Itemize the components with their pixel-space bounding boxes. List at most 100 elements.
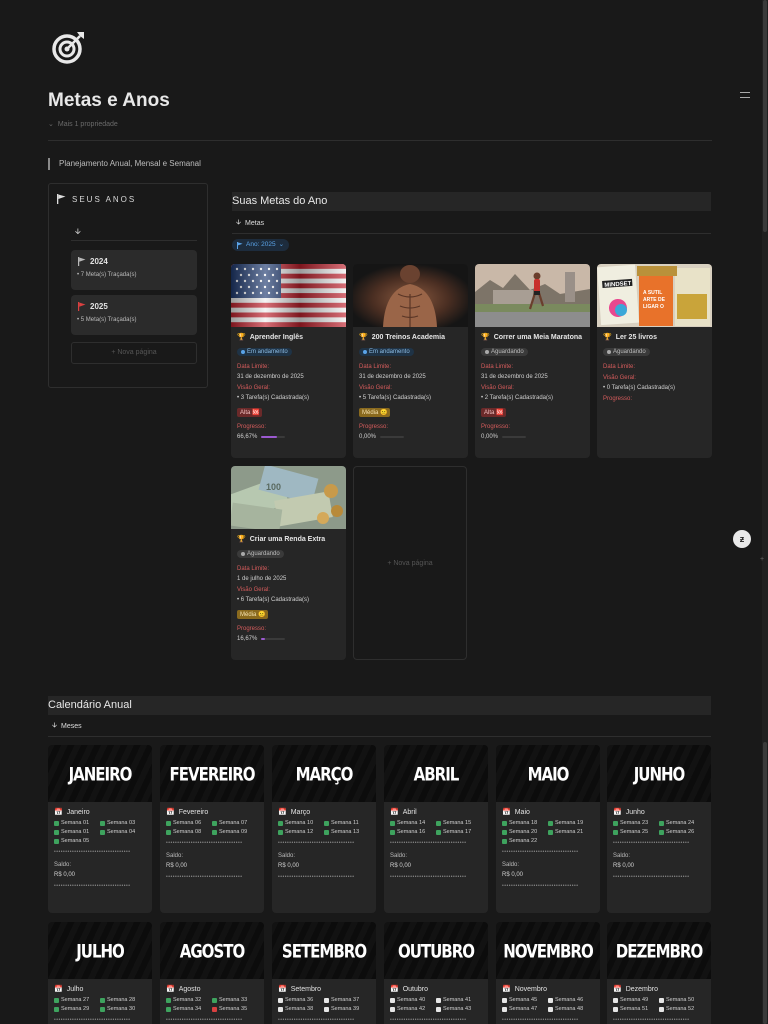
filter-year-chip[interactable]: Ano: 2025 ⌄ [232,239,290,251]
week-item[interactable]: Semana 50 [659,997,699,1003]
month-card[interactable]: MARÇO 📅 Março Semana 10 Semana 11 Semana 12 Se… [272,745,376,913]
week-item[interactable]: Semana 52 [659,1006,699,1012]
checkbox-icon[interactable] [278,829,283,835]
checkbox-icon[interactable] [278,1006,283,1012]
view-tab-meses[interactable]: 🡫 Meses [52,721,82,732]
checkbox-icon[interactable] [324,820,329,826]
checkbox-icon[interactable] [212,820,217,826]
week-item[interactable]: Semana 35 [212,1006,252,1012]
help-button[interactable]: ƶ [733,530,751,548]
checkbox-icon[interactable] [548,829,553,835]
scrollbar[interactable] [762,0,768,1024]
arrow-down-icon[interactable]: 🡫 [75,226,81,240]
checkbox-icon[interactable] [436,829,441,835]
checkbox-icon[interactable] [54,820,59,826]
month-card[interactable]: JUNHO 📅 Junho Semana 23 Semana 24 Semana 25 Se… [607,745,711,913]
checkbox-icon[interactable] [390,829,395,835]
week-item[interactable]: Semana 07 [212,820,252,826]
month-card[interactable]: NOVEMBRO 📅 Novembro Semana 45 Semana 46 Seman… [496,922,600,1024]
week-item[interactable]: Semana 33 [212,997,252,1003]
checkbox-icon[interactable] [278,997,283,1003]
week-item[interactable]: Semana 43 [436,1006,476,1012]
checkbox-icon[interactable] [166,820,171,826]
checkbox-icon[interactable] [502,838,507,844]
week-item[interactable]: Semana 29 [54,1006,94,1012]
checkbox-icon[interactable] [324,1006,329,1012]
week-item[interactable]: Semana 04 [100,829,140,835]
week-item[interactable]: Semana 06 [166,820,206,826]
week-item[interactable]: Semana 18 [502,820,542,826]
checkbox-icon[interactable] [390,1006,395,1012]
week-item[interactable]: Semana 01 [54,829,94,835]
new-goal-button[interactable]: + Nova página [353,466,467,660]
checkbox-icon[interactable] [659,829,664,835]
week-item[interactable]: Semana 51 [613,1006,653,1012]
week-item[interactable]: Semana 27 [54,997,94,1003]
year-card-2024[interactable]: 2024 • 7 Meta(s) Traçada(s) [71,250,197,290]
week-item[interactable]: Semana 23 [613,820,653,826]
week-item[interactable]: Semana 45 [502,997,542,1003]
week-item[interactable]: Semana 41 [436,997,476,1003]
week-item[interactable]: Semana 11 [324,820,364,826]
checkbox-icon[interactable] [659,997,664,1003]
week-item[interactable]: Semana 22 [502,838,542,844]
week-item[interactable]: Semana 01 [54,820,94,826]
checkbox-icon[interactable] [659,820,664,826]
goal-card[interactable]: 100 🏆 Criar uma Renda Extra Aguardando Da… [231,466,346,660]
checkbox-icon[interactable] [548,1006,553,1012]
checkbox-icon[interactable] [390,820,395,826]
week-item[interactable]: Semana 10 [278,820,318,826]
month-card[interactable]: AGOSTO 📅 Agosto Semana 32 Semana 33 Semana 34… [160,922,264,1024]
checkbox-icon[interactable] [659,1006,664,1012]
checkbox-icon[interactable] [548,997,553,1003]
collapse-icon[interactable] [740,92,750,98]
checkbox-icon[interactable] [502,829,507,835]
week-item[interactable]: Semana 08 [166,829,206,835]
week-item[interactable]: Semana 13 [324,829,364,835]
week-item[interactable]: Semana 40 [390,997,430,1003]
week-item[interactable]: Semana 37 [324,997,364,1003]
checkbox-icon[interactable] [54,1006,59,1012]
month-card[interactable]: OUTUBRO 📅 Outubro Semana 40 Semana 41 Semana … [384,922,488,1024]
checkbox-icon[interactable] [436,1006,441,1012]
view-tab-metas[interactable]: 🡫 Metas [236,218,264,229]
checkbox-icon[interactable] [324,829,329,835]
week-item[interactable]: Semana 34 [166,1006,206,1012]
week-item[interactable]: Semana 26 [659,829,699,835]
month-card[interactable]: MAIO 📅 Maio Semana 18 Semana 19 Semana 20 Sema… [496,745,600,913]
checkbox-icon[interactable] [502,997,507,1003]
checkbox-icon[interactable] [613,1006,618,1012]
week-item[interactable]: Semana 38 [278,1006,318,1012]
goal-card[interactable]: MINDSET A SUTIL ARTE DE LIGAR O 🏆 Ler 25 … [597,264,712,458]
new-page-button[interactable]: + Nova página [71,342,197,364]
checkbox-icon[interactable] [100,997,105,1003]
checkbox-icon[interactable] [613,997,618,1003]
week-item[interactable]: Semana 47 [502,1006,542,1012]
checkbox-icon[interactable] [212,997,217,1003]
week-item[interactable]: Semana 36 [278,997,318,1003]
week-item[interactable]: Semana 17 [436,829,476,835]
checkbox-icon[interactable] [166,829,171,835]
checkbox-icon[interactable] [100,1006,105,1012]
week-item[interactable]: Semana 32 [166,997,206,1003]
week-item[interactable]: Semana 28 [100,997,140,1003]
week-item[interactable]: Semana 12 [278,829,318,835]
week-item[interactable]: Semana 19 [548,820,588,826]
week-item[interactable]: Semana 49 [613,997,653,1003]
checkbox-icon[interactable] [100,829,105,835]
week-item[interactable]: Semana 15 [436,820,476,826]
week-item[interactable]: Semana 09 [212,829,252,835]
week-item[interactable]: Semana 05 [54,838,94,844]
week-item[interactable]: Semana 03 [100,820,140,826]
checkbox-icon[interactable] [166,997,171,1003]
month-card[interactable]: DEZEMBRO 📅 Dezembro Semana 49 Semana 50 Seman… [607,922,711,1024]
month-card[interactable]: SETEMBRO 📅 Setembro Semana 36 Semana 37 Seman… [272,922,376,1024]
checkbox-icon[interactable] [502,1006,507,1012]
year-card-2025[interactable]: 2025 • 5 Meta(s) Traçada(s) [71,295,197,335]
checkbox-icon[interactable] [54,997,59,1003]
month-card[interactable]: ABRIL 📅 Abril Semana 14 Semana 15 Semana 16 Se… [384,745,488,913]
checkbox-icon[interactable] [436,997,441,1003]
checkbox-icon[interactable] [613,829,618,835]
week-item[interactable]: Semana 16 [390,829,430,835]
week-item[interactable]: Semana 30 [100,1006,140,1012]
